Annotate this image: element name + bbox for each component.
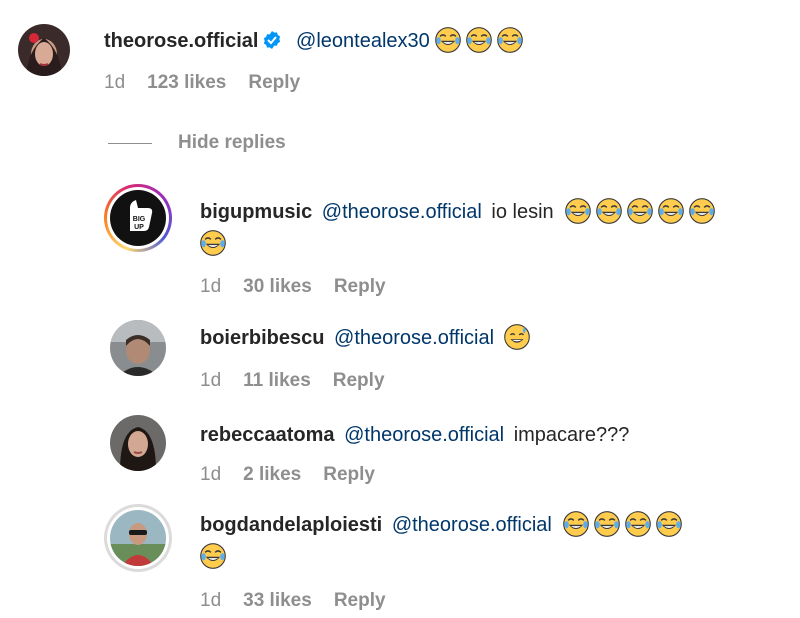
reply-button[interactable]: Reply: [248, 72, 300, 93]
comment-time: 1d: [200, 464, 222, 485]
comment-time: 1d: [200, 276, 222, 297]
emoji-overflow-line: [200, 230, 226, 256]
reply-text-line: rebeccaatoma @theorose.official impacare…: [200, 420, 629, 450]
avatar-bogdandelaploiesti: [110, 510, 166, 566]
joy-emoji-icon: [200, 543, 226, 569]
avatar-theorose[interactable]: [18, 24, 70, 76]
emoji-group: [565, 201, 715, 223]
username[interactable]: rebeccaatoma: [200, 424, 335, 446]
emoji-group: [435, 30, 523, 52]
joy-emoji-icon: [627, 198, 653, 224]
top-comment-meta: 1d 123 likes Reply: [104, 72, 322, 94]
sweat-smile-emoji-icon: [504, 324, 530, 350]
username[interactable]: boierbibescu: [200, 327, 324, 349]
mention-link[interactable]: @theorose.official: [334, 327, 494, 349]
joy-emoji-icon: [596, 198, 622, 224]
username[interactable]: bigupmusic: [200, 201, 312, 223]
reply-button[interactable]: Reply: [334, 276, 386, 297]
mention-link[interactable]: @theorose.official: [392, 514, 552, 536]
reply-meta: 1d 2 likes Reply: [200, 464, 397, 486]
like-count[interactable]: 11 likes: [243, 370, 311, 391]
joy-emoji-icon: [625, 511, 651, 537]
joy-emoji-icon: [594, 511, 620, 537]
reply-button[interactable]: Reply: [333, 370, 385, 391]
svg-text:BIG: BIG: [133, 216, 146, 223]
joy-emoji-icon: [466, 27, 492, 53]
joy-emoji-icon: [563, 511, 589, 537]
joy-emoji-icon: [658, 198, 684, 224]
hide-replies-label[interactable]: Hide replies: [178, 128, 286, 158]
emoji-group: [504, 327, 530, 349]
top-comment-text-line: theorose.official @leontealex30: [104, 26, 523, 56]
username[interactable]: theorose.official: [104, 30, 258, 52]
comment-time: 1d: [200, 370, 222, 391]
avatar-rebeccaatoma[interactable]: [110, 415, 166, 471]
joy-emoji-icon: [656, 511, 682, 537]
reply-text-line: bogdandelaploiesti @theorose.official: [200, 510, 682, 540]
like-count[interactable]: 2 likes: [243, 464, 301, 485]
emoji-group: [563, 514, 682, 536]
reply-meta: 1d 30 likes Reply: [200, 276, 408, 298]
comment-time: 1d: [104, 72, 126, 93]
reply-button[interactable]: Reply: [323, 464, 375, 485]
avatar-boierbibescu[interactable]: [110, 320, 166, 376]
reply-text-line: boierbibescu @theorose.official: [200, 323, 530, 353]
divider-line: [108, 143, 152, 144]
reply-meta: 1d 11 likes Reply: [200, 370, 407, 392]
reply-meta: 1d 33 likes Reply: [200, 590, 408, 612]
like-count[interactable]: 123 likes: [147, 72, 226, 93]
mention-link[interactable]: @theorose.official: [322, 201, 482, 223]
comment-text: impacare???: [513, 424, 630, 446]
story-ring[interactable]: [104, 504, 172, 572]
svg-text:UP: UP: [134, 224, 144, 231]
reply-text-line: bigupmusic @theorose.official io lesin: [200, 197, 715, 227]
story-ring[interactable]: BIG UP: [104, 184, 172, 252]
username[interactable]: bogdandelaploiesti: [200, 514, 382, 536]
joy-emoji-icon: [565, 198, 591, 224]
comment-text: io lesin: [491, 201, 554, 223]
avatar-bigupmusic: BIG UP: [110, 190, 166, 246]
reply-button[interactable]: Reply: [334, 590, 386, 611]
like-count[interactable]: 33 likes: [243, 590, 312, 611]
joy-emoji-icon: [497, 27, 523, 53]
joy-emoji-icon: [200, 230, 226, 256]
joy-emoji-icon: [435, 27, 461, 53]
comment-time: 1d: [200, 590, 222, 611]
verified-badge-icon: [262, 29, 282, 49]
joy-emoji-icon: [689, 198, 715, 224]
mention-link[interactable]: @leontealex30: [296, 30, 430, 52]
mention-link[interactable]: @theorose.official: [344, 424, 504, 446]
like-count[interactable]: 30 likes: [243, 276, 312, 297]
emoji-overflow-line: [200, 543, 226, 569]
